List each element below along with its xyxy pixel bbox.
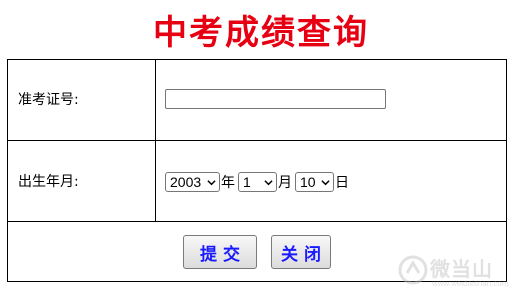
birth-date-label: 出生年月: <box>18 174 79 190</box>
year-unit: 年 <box>221 175 235 191</box>
year-select[interactable]: 2003 <box>165 172 220 192</box>
watermark-brand: 微当山 <box>430 257 493 281</box>
page-title: 中考成绩查询 <box>153 13 369 53</box>
birth-date-row: 出生年月: 2003 年 1 月 10 日 <box>8 141 506 222</box>
year-value: 2003 <box>170 174 202 190</box>
exam-id-input[interactable] <box>165 89 386 109</box>
chevron-down-icon <box>321 179 330 185</box>
chevron-down-icon <box>264 179 273 185</box>
chevron-down-icon <box>207 179 216 185</box>
watermark: 微当山 www.weidaishan.com <box>394 253 514 293</box>
month-unit: 月 <box>278 175 292 191</box>
submit-button[interactable]: 提交 <box>183 235 257 269</box>
watermark-site: www.weidaishan.com <box>432 279 509 288</box>
exam-id-row: 准考证号: <box>8 60 506 141</box>
close-button[interactable]: 关闭 <box>271 235 331 269</box>
month-value: 1 <box>243 174 251 190</box>
month-select[interactable]: 1 <box>238 172 277 192</box>
exam-id-label: 准考证号: <box>18 92 79 108</box>
day-select[interactable]: 10 <box>295 172 334 192</box>
day-unit: 日 <box>335 175 349 191</box>
query-form: 准考证号: 出生年月: 2003 年 1 月 10 日 提交 关闭 <box>7 59 507 282</box>
day-value: 10 <box>300 174 316 190</box>
brand-logo-icon <box>398 255 428 285</box>
birth-date-selects: 2003 年 1 月 10 日 <box>165 171 352 193</box>
